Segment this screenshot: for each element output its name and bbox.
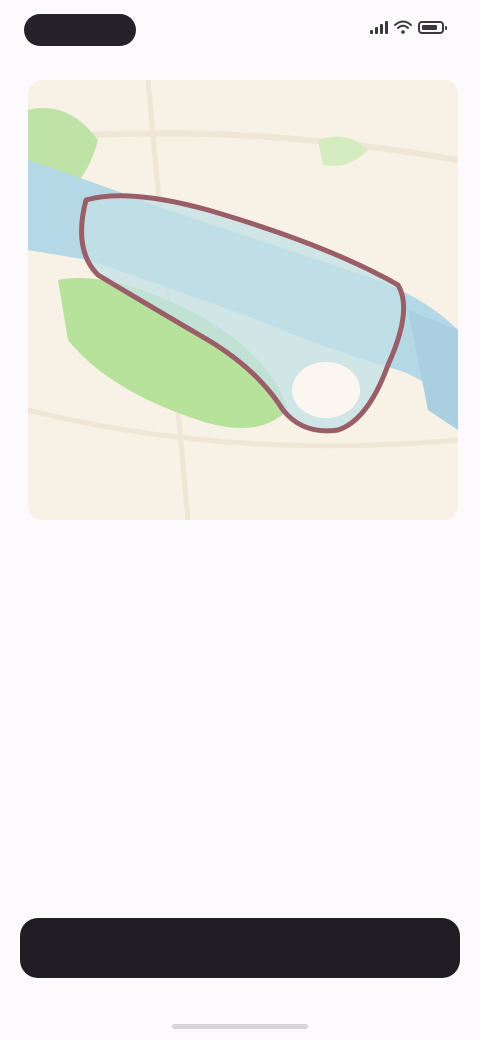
- home-indicator: [172, 1024, 308, 1029]
- reservoir-spot: [292, 362, 360, 418]
- map-canvas: [28, 80, 458, 520]
- battery-icon: [418, 20, 447, 34]
- primary-action-button[interactable]: [20, 918, 460, 978]
- status-bar: [0, 0, 480, 60]
- signal-icon: [370, 20, 388, 34]
- map-view[interactable]: [28, 80, 458, 520]
- wifi-icon: [394, 20, 412, 34]
- status-time: [24, 14, 136, 46]
- status-icons: [370, 20, 447, 34]
